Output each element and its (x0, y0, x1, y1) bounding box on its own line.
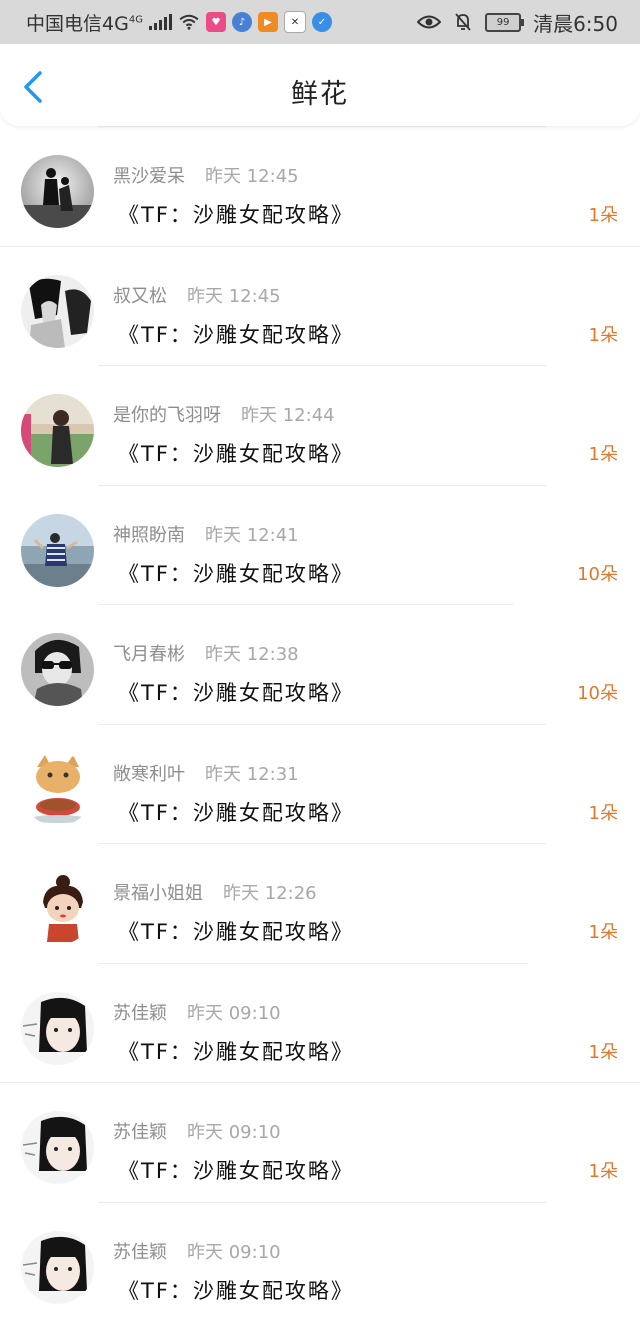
nav-bar: 鲜花 (0, 44, 640, 126)
sender-name: 景福小姐姐 (113, 883, 203, 904)
send-time: 昨天 12:44 (241, 405, 335, 426)
list-item[interactable]: 苏佳颖昨天 09:10 《TF：沙雕女配攻略》 1朵 (0, 1082, 640, 1202)
send-time: 昨天 09:10 (187, 1242, 281, 1263)
sender-name: 叔又松 (113, 286, 167, 307)
book-title[interactable]: 《TF：沙雕女配攻略》 (118, 1036, 354, 1066)
battery-level: 99 (497, 17, 510, 28)
network-sup: 4G (129, 14, 143, 25)
sender-info: 黑沙爱呆昨天 12:45 (113, 162, 299, 188)
music-app-icon: ♪ (232, 12, 252, 32)
avatar[interactable] (21, 753, 94, 826)
network-type: 4G (102, 13, 129, 35)
app-icon-1: ♥ (206, 12, 226, 32)
flower-count: 1朵 (589, 440, 618, 466)
list-item[interactable]: 飞月春彬昨天 12:38 《TF：沙雕女配攻略》 10朵 (0, 604, 640, 724)
list-item[interactable]: 黑沙爱呆昨天 12:45 《TF：沙雕女配攻略》 1朵 (0, 126, 640, 246)
flower-list: 黑沙爱呆昨天 12:45 《TF：沙雕女配攻略》 1朵 叔又松昨天 12:45 … (0, 126, 640, 1321)
sender-name: 神照盼南 (113, 525, 185, 546)
send-time: 昨天 12:45 (205, 166, 299, 187)
book-title[interactable]: 《TF：沙雕女配攻略》 (118, 558, 354, 588)
flower-count: 1朵 (589, 201, 618, 227)
sender-name: 苏佳颖 (113, 1242, 167, 1263)
avatar[interactable] (21, 872, 94, 945)
send-time: 昨天 09:10 (187, 1003, 281, 1024)
sender-info: 苏佳颖昨天 09:10 (113, 1238, 281, 1264)
sender-info: 叔又松昨天 12:45 (113, 282, 281, 308)
divider (0, 246, 640, 247)
list-item[interactable]: 苏佳颖昨天 09:10 《TF：沙雕女配攻略》 (0, 1202, 640, 1321)
sender-info: 是你的飞羽呀昨天 12:44 (113, 401, 335, 427)
divider (98, 843, 546, 844)
divider (98, 365, 546, 366)
send-time: 昨天 12:45 (187, 286, 281, 307)
sender-name: 是你的飞羽呀 (113, 405, 221, 426)
send-time: 昨天 12:41 (205, 525, 299, 546)
sender-name: 苏佳颖 (113, 1122, 167, 1143)
flower-count: 1朵 (589, 799, 618, 825)
avatar[interactable] (21, 633, 94, 706)
flower-count: 1朵 (589, 918, 618, 944)
list-item[interactable]: 叔又松昨天 12:45 《TF：沙雕女配攻略》 1朵 (0, 246, 640, 366)
send-time: 昨天 09:10 (187, 1122, 281, 1143)
list-item[interactable]: 是你的飞羽呀昨天 12:44 《TF：沙雕女配攻略》 1朵 (0, 365, 640, 485)
carrier-label: 中国电信4G4G (26, 9, 143, 36)
avatar[interactable] (21, 514, 94, 587)
page-title: 鲜花 (0, 72, 640, 111)
flower-count: 10朵 (577, 679, 618, 705)
list-item[interactable]: 神照盼南昨天 12:41 《TF：沙雕女配攻略》 10朵 (0, 485, 640, 605)
sender-info: 敞寒利叶昨天 12:31 (113, 760, 299, 786)
clock: 清晨6:50 (533, 8, 618, 37)
list-item[interactable]: 苏佳颖昨天 09:10 《TF：沙雕女配攻略》 1朵 (0, 963, 640, 1083)
divider (98, 724, 546, 725)
divider (98, 963, 528, 964)
app-icon-5: ✓ (312, 12, 332, 32)
sender-name: 敞寒利叶 (113, 764, 185, 785)
divider (0, 1082, 640, 1083)
sender-name: 黑沙爱呆 (113, 166, 185, 187)
sender-name: 苏佳颖 (113, 1003, 167, 1024)
divider (98, 126, 546, 127)
book-title[interactable]: 《TF：沙雕女配攻略》 (118, 677, 354, 707)
carrier-name: 中国电信 (26, 13, 102, 35)
mute-bell-icon (453, 12, 473, 32)
book-title[interactable]: 《TF：沙雕女配攻略》 (118, 797, 354, 827)
sender-info: 苏佳颖昨天 09:10 (113, 1118, 281, 1144)
send-time: 昨天 12:38 (205, 644, 299, 665)
sender-info: 神照盼南昨天 12:41 (113, 521, 299, 547)
video-app-icon: ▶ (258, 12, 278, 32)
wifi-icon (178, 14, 200, 30)
flower-count: 1朵 (589, 321, 618, 347)
avatar[interactable] (21, 1231, 94, 1304)
avatar[interactable] (21, 394, 94, 467)
flower-count: 10朵 (577, 560, 618, 586)
status-bar: 中国电信4G4G ♥ ♪ ▶ ✕ ✓ 99 清晨6:50 (0, 0, 640, 44)
sender-name: 飞月春彬 (113, 644, 185, 665)
avatar[interactable] (21, 992, 94, 1065)
flower-count: 1朵 (589, 1157, 618, 1183)
avatar[interactable] (21, 155, 94, 228)
list-item[interactable]: 景福小姐姐昨天 12:26 《TF：沙雕女配攻略》 1朵 (0, 843, 640, 963)
list-item[interactable]: 敞寒利叶昨天 12:31 《TF：沙雕女配攻略》 1朵 (0, 724, 640, 844)
sender-info: 飞月春彬昨天 12:38 (113, 640, 299, 666)
book-title[interactable]: 《TF：沙雕女配攻略》 (118, 916, 354, 946)
book-title[interactable]: 《TF：沙雕女配攻略》 (118, 319, 354, 349)
signal-icon (149, 14, 172, 30)
send-time: 昨天 12:26 (223, 883, 317, 904)
book-title[interactable]: 《TF：沙雕女配攻略》 (118, 1275, 354, 1305)
book-title[interactable]: 《TF：沙雕女配攻略》 (118, 1155, 354, 1185)
sender-info: 景福小姐姐昨天 12:26 (113, 879, 317, 905)
avatar[interactable] (21, 1111, 94, 1184)
battery-icon: 99 (485, 13, 521, 32)
divider (98, 485, 546, 486)
divider (98, 1202, 546, 1203)
book-title[interactable]: 《TF：沙雕女配攻略》 (118, 438, 354, 468)
send-time: 昨天 12:31 (205, 764, 299, 785)
eye-icon (417, 14, 441, 30)
avatar[interactable] (21, 275, 94, 348)
flower-count: 1朵 (589, 1038, 618, 1064)
sender-info: 苏佳颖昨天 09:10 (113, 999, 281, 1025)
app-icon-4: ✕ (284, 11, 306, 33)
book-title[interactable]: 《TF：沙雕女配攻略》 (118, 199, 354, 229)
divider (98, 604, 513, 605)
